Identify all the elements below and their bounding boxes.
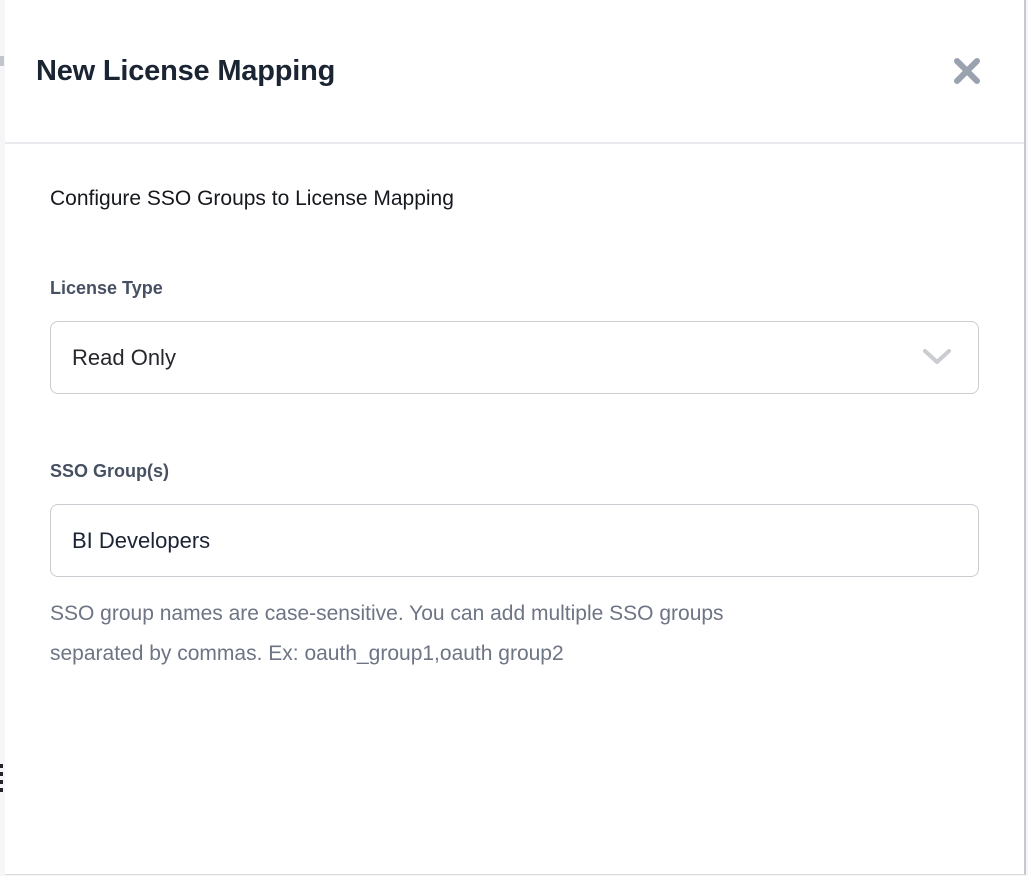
- sso-groups-field: SSO Group(s) SSO group names are case-se…: [50, 461, 979, 674]
- obscured-background-list-icon: [0, 764, 3, 768]
- chevron-down-icon: [923, 349, 951, 366]
- close-button[interactable]: [950, 54, 984, 88]
- license-type-label: License Type: [50, 278, 979, 299]
- sso-groups-help-text: SSO group names are case-sensitive. You …: [50, 577, 979, 674]
- obscured-background-list-icon: [0, 772, 3, 776]
- sso-groups-input[interactable]: [50, 504, 979, 577]
- license-type-select[interactable]: Read Only: [50, 321, 979, 394]
- sso-groups-label: SSO Group(s): [50, 461, 979, 482]
- modal-header: New License Mapping: [5, 0, 1024, 144]
- obscured-background-element: [0, 56, 4, 66]
- license-type-field: License Type Read Only: [50, 278, 979, 394]
- license-type-selected-value: Read Only: [72, 345, 176, 371]
- page-background: New License Mapping Configure SSO Groups…: [0, 0, 1028, 876]
- modal-title: New License Mapping: [36, 55, 335, 88]
- modal-description: Configure SSO Groups to License Mapping: [50, 144, 979, 211]
- sso-groups-help-line: SSO group names are case-sensitive. You …: [50, 594, 979, 634]
- obscured-background-list-icon: [0, 780, 3, 784]
- close-icon: [953, 57, 981, 85]
- modal-body: Configure SSO Groups to License Mapping …: [5, 144, 1024, 674]
- sso-groups-help-line: separated by commas. Ex: oauth_group1,oa…: [50, 634, 979, 674]
- new-license-mapping-modal: New License Mapping Configure SSO Groups…: [5, 0, 1026, 875]
- obscured-background-list-icon: [0, 788, 3, 792]
